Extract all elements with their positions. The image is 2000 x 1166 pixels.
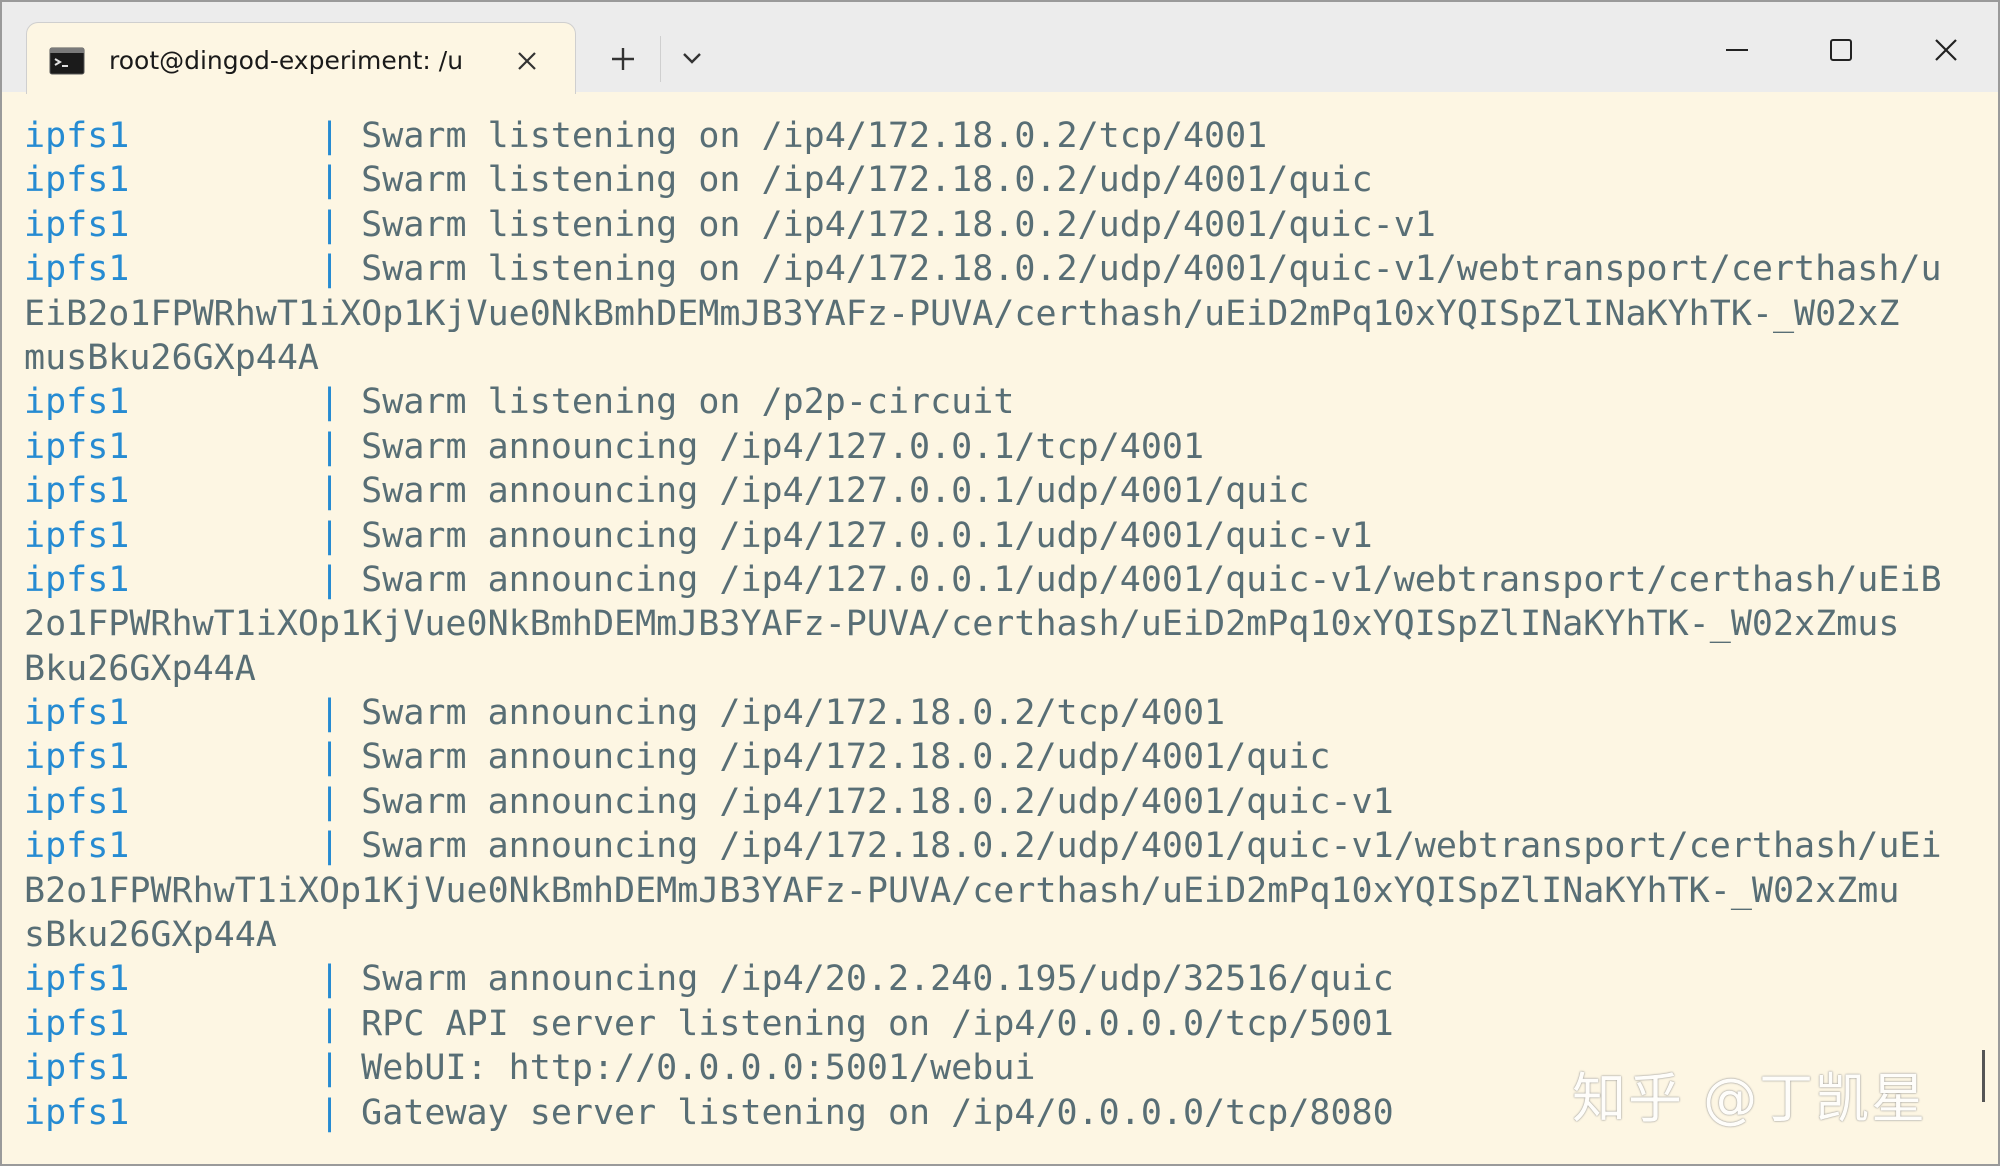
line-separator: | (319, 781, 341, 822)
log-message: sBku26GXp44A (24, 915, 277, 956)
line-separator: | (319, 249, 341, 290)
terminal-line: ipfs1 | RPC API server listening on /ip4… (24, 1002, 1964, 1046)
tab-terminal[interactable]: root@dingod-experiment: /u (26, 22, 576, 94)
watermark: 知乎 @丁凯星 (1572, 1067, 1928, 1130)
log-message: EiB2o1FPWRhwT1iXOp1KjVue0NkBmhDEMmJB3YAF… (24, 293, 1900, 334)
terminal-line: EiB2o1FPWRhwT1iXOp1KjVue0NkBmhDEMmJB3YAF… (24, 292, 1964, 336)
log-message: 2o1FPWRhwT1iXOp1KjVue0NkBmhDEMmJB3YAFz-P… (24, 604, 1900, 645)
terminal-line: ipfs1 | Swarm listening on /ip4/172.18.0… (24, 203, 1964, 247)
terminal-line: ipfs1 | Swarm announcing /ip4/172.18.0.2… (24, 824, 1964, 868)
terminal-output[interactable]: ipfs1 | Swarm listening on /ip4/172.18.0… (24, 114, 1964, 1154)
line-separator: | (319, 160, 341, 201)
service-name: ipfs1 (24, 160, 130, 201)
log-message: Swarm listening on /ip4/172.18.0.2/tcp/4… (361, 116, 1268, 156)
log-message: Gateway server listening on /ip4/0.0.0.0… (361, 1092, 1394, 1133)
terminal-line: ipfs1 | Swarm listening on /ip4/172.18.0… (24, 247, 1964, 291)
service-name: ipfs1 (24, 204, 130, 245)
service-name: ipfs1 (24, 116, 130, 156)
line-separator: | (319, 693, 341, 734)
service-name: ipfs1 (24, 1092, 130, 1133)
terminal-line: musBku26GXp44A (24, 336, 1964, 380)
service-name: ipfs1 (24, 737, 130, 778)
new-tab-icon[interactable] (600, 38, 646, 78)
service-name: ipfs1 (24, 515, 130, 556)
line-separator: | (319, 515, 341, 556)
service-name: ipfs1 (24, 1003, 130, 1044)
terminal-line: ipfs1 | Swarm announcing /ip4/172.18.0.2… (24, 735, 1964, 779)
terminal-line: B2o1FPWRhwT1iXOp1KjVue0NkBmhDEMmJB3YAFz-… (24, 869, 1964, 913)
log-message: B2o1FPWRhwT1iXOp1KjVue0NkBmhDEMmJB3YAFz-… (24, 870, 1900, 911)
service-name: ipfs1 (24, 249, 130, 290)
service-name: ipfs1 (24, 382, 130, 423)
line-separator: | (319, 471, 341, 512)
tab-divider (660, 36, 661, 82)
log-message: Swarm announcing /ip4/172.18.0.2/tcp/400… (361, 693, 1226, 734)
terminal-line: sBku26GXp44A (24, 913, 1964, 957)
log-message: Swarm announcing /ip4/20.2.240.195/udp/3… (361, 959, 1394, 1000)
terminal-line: ipfs1 | Swarm listening on /ip4/172.18.0… (24, 158, 1964, 202)
line-separator: | (319, 737, 341, 778)
log-message: RPC API server listening on /ip4/0.0.0.0… (361, 1003, 1394, 1044)
terminal-line: ipfs1 | Swarm announcing /ip4/127.0.0.1/… (24, 469, 1964, 513)
line-separator: | (319, 1092, 341, 1133)
text-cursor (1982, 1050, 1985, 1102)
service-name: ipfs1 (24, 426, 130, 467)
terminal-line: ipfs1 | Swarm announcing /ip4/20.2.240.1… (24, 957, 1964, 1001)
terminal-window: root@dingod-experiment: /u ipfs1 | Swarm… (0, 0, 2000, 1166)
log-message: Swarm listening on /ip4/172.18.0.2/udp/4… (361, 204, 1436, 245)
terminal-line: ipfs1 | Swarm announcing /ip4/172.18.0.2… (24, 691, 1964, 735)
terminal-line: ipfs1 | Swarm announcing /ip4/127.0.0.1/… (24, 514, 1964, 558)
log-message: Swarm listening on /p2p-circuit (361, 382, 1015, 423)
terminal-line: ipfs1 | Swarm announcing /ip4/172.18.0.2… (24, 780, 1964, 824)
service-name: ipfs1 (24, 559, 130, 600)
terminal-icon (49, 47, 85, 75)
line-separator: | (319, 959, 341, 1000)
line-separator: | (319, 382, 341, 423)
service-name: ipfs1 (24, 471, 130, 512)
chevron-down-icon[interactable] (672, 38, 712, 78)
tab-close-icon[interactable] (511, 45, 543, 77)
line-separator: | (319, 1003, 341, 1044)
log-message: Swarm announcing /ip4/127.0.0.1/tcp/4001 (361, 426, 1205, 467)
log-message: musBku26GXp44A (24, 337, 320, 378)
service-name: ipfs1 (24, 826, 130, 867)
maximize-icon[interactable] (1806, 22, 1876, 78)
close-icon[interactable] (1910, 22, 1982, 78)
line-separator: | (319, 826, 341, 867)
terminal-line: ipfs1 | Swarm listening on /p2p-circuit (24, 380, 1964, 424)
log-message: Swarm listening on /ip4/172.18.0.2/udp/4… (361, 249, 1942, 290)
log-message: Swarm announcing /ip4/172.18.0.2/udp/400… (361, 826, 1942, 867)
service-name: ipfs1 (24, 959, 130, 1000)
terminal-line: Bku26GXp44A (24, 647, 1964, 691)
line-separator: | (319, 559, 341, 600)
minimize-icon[interactable] (1702, 22, 1772, 78)
log-message: Swarm announcing /ip4/127.0.0.1/udp/4001… (361, 471, 1310, 512)
service-name: ipfs1 (24, 781, 130, 822)
service-name: ipfs1 (24, 1048, 130, 1089)
terminal-line: ipfs1 | Swarm announcing /ip4/127.0.0.1/… (24, 425, 1964, 469)
terminal-line: 2o1FPWRhwT1iXOp1KjVue0NkBmhDEMmJB3YAFz-P… (24, 602, 1964, 646)
terminal-line: ipfs1 | Swarm announcing /ip4/127.0.0.1/… (24, 558, 1964, 602)
title-bar: root@dingod-experiment: /u (2, 2, 1998, 94)
tab-title: root@dingod-experiment: /u (109, 46, 464, 75)
log-message: Swarm announcing /ip4/127.0.0.1/udp/4001… (361, 515, 1373, 556)
log-message: Bku26GXp44A (24, 648, 256, 689)
line-separator: | (319, 426, 341, 467)
line-separator: | (319, 1048, 341, 1089)
line-separator: | (319, 204, 341, 245)
log-message: Swarm listening on /ip4/172.18.0.2/udp/4… (361, 160, 1373, 201)
terminal-line: ipfs1 | Swarm listening on /ip4/172.18.0… (24, 114, 1964, 158)
line-separator: | (319, 116, 341, 156)
service-name: ipfs1 (24, 693, 130, 734)
log-message: WebUI: http://0.0.0.0:5001/webui (361, 1048, 1036, 1089)
log-message: Swarm announcing /ip4/127.0.0.1/udp/4001… (361, 559, 1942, 600)
log-message: Swarm announcing /ip4/172.18.0.2/udp/400… (361, 737, 1331, 778)
log-message: Swarm announcing /ip4/172.18.0.2/udp/400… (361, 781, 1394, 822)
